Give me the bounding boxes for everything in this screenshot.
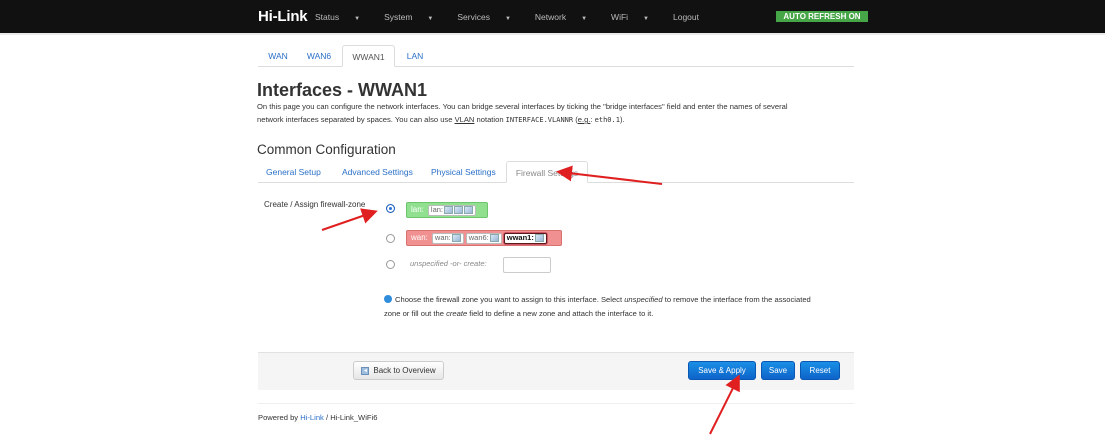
- info-icon: [384, 295, 392, 303]
- page-footer: Powered by Hi-Link / Hi-Link_WiFi6: [258, 403, 854, 422]
- member-label: wwan1:: [506, 233, 534, 242]
- menu-services[interactable]: Services ▼: [457, 12, 523, 22]
- wired-interface-icon: [451, 234, 461, 242]
- wired-interface-icon: [454, 206, 463, 214]
- zone-member-lan: lan:: [427, 204, 476, 216]
- zone-member-wan: wan:: [431, 232, 464, 244]
- back-arrow-icon: ◂: [361, 366, 370, 375]
- radio-zone-lan[interactable]: [386, 204, 395, 213]
- back-to-overview-button[interactable]: ◂ Back to Overview: [353, 361, 444, 380]
- arrow-to-lan-radio: [321, 208, 378, 231]
- menu-system[interactable]: System ▼: [384, 12, 445, 22]
- tab-wan[interactable]: WAN: [263, 45, 293, 67]
- description-text: ).: [619, 115, 625, 124]
- radio-zone-wan[interactable]: [386, 234, 395, 243]
- main-menu: Status ▼ System ▼ Services ▼ Network ▼ WiFi ▼…: [315, 12, 711, 22]
- caret-down-icon: ▼: [427, 16, 434, 22]
- help-create: create: [446, 309, 468, 318]
- help-text: to remove the interface from the associa…: [662, 295, 811, 304]
- menu-services-label: Services: [457, 12, 490, 22]
- menu-logout[interactable]: Logout: [673, 12, 699, 22]
- zone-lan-name: lan:: [411, 205, 424, 214]
- tab-general-setup[interactable]: General Setup: [266, 161, 321, 183]
- navbar-shadow: [0, 33, 1105, 35]
- reset-button[interactable]: Reset: [800, 361, 840, 380]
- zone-wan-name: wan:: [411, 233, 428, 242]
- menu-system-label: System: [384, 12, 413, 22]
- radio-zone-create[interactable]: [386, 260, 395, 269]
- footer-text: / Hi-Link_WiFi6: [323, 413, 378, 422]
- zone-member-wwan1: wwan1:: [503, 232, 547, 244]
- zone-wan-badge: wan: wan: wan6: wwan1:: [406, 230, 562, 246]
- unspecified-create-label: unspecified -or- create:: [410, 259, 487, 268]
- zone-member-wan6: wan6:: [465, 232, 502, 244]
- save-button[interactable]: Save: [761, 361, 795, 380]
- zone-lan-badge: lan: lan:: [406, 202, 488, 218]
- wireless-interface-icon: [534, 234, 544, 242]
- menu-status[interactable]: Status ▼: [315, 12, 372, 22]
- caret-down-icon: ▼: [643, 16, 649, 22]
- eg-abbr: e.g.: [577, 115, 591, 124]
- create-zone-input[interactable]: [503, 257, 551, 273]
- form-actions: ◂ Back to Overview Save & Apply Save Rese…: [258, 352, 854, 390]
- caret-down-icon: ▼: [504, 16, 511, 22]
- code-interface-vlannr: INTERFACE.VLANNR: [505, 116, 574, 124]
- tab-wan6[interactable]: WAN6: [302, 45, 336, 67]
- menu-network-label: Network: [534, 12, 567, 22]
- firewall-zone-help: Choose the firewall zone you want to ass…: [384, 293, 859, 321]
- vlan-abbr: VLAN: [454, 115, 475, 124]
- help-text: field to define a new zone and attach th…: [467, 309, 654, 318]
- save-apply-button[interactable]: Save & Apply: [688, 361, 756, 380]
- help-unspecified: unspecified: [624, 295, 663, 304]
- member-label: wan6:: [468, 233, 489, 242]
- help-text: Choose the firewall zone you want to ass…: [395, 295, 625, 304]
- interface-tabs: WAN WAN6 WWAN1 LAN: [258, 45, 854, 67]
- code-eth0-1: eth0.1: [594, 116, 620, 124]
- member-label: wan:: [434, 233, 451, 242]
- caret-down-icon: ▼: [581, 16, 588, 22]
- tab-lan[interactable]: LAN: [400, 45, 430, 67]
- member-label: lan:: [430, 205, 443, 214]
- tab-wwan1[interactable]: WWAN1: [342, 45, 395, 67]
- menu-status-label: Status: [315, 12, 340, 22]
- footer-text: Powered by: [258, 413, 301, 422]
- description-line-1: On this page you can configure the netwo…: [257, 102, 788, 111]
- tab-firewall-settings[interactable]: Firewall Settings: [506, 161, 588, 183]
- section-title: Common Configuration: [257, 142, 396, 157]
- page-title: Interfaces - WWAN1: [257, 80, 428, 100]
- tab-physical-settings[interactable]: Physical Settings: [431, 161, 496, 183]
- menu-network[interactable]: Network ▼: [535, 12, 599, 22]
- back-button-label: Back to Overview: [373, 366, 436, 375]
- section-tabs: General Setup Advanced Settings Physical…: [258, 161, 854, 183]
- wireless-interface-icon: [464, 206, 473, 214]
- brand-logo[interactable]: Hi-Link: [258, 8, 308, 25]
- caret-down-icon: ▼: [354, 16, 361, 22]
- description-text: notation: [474, 115, 506, 124]
- menu-wifi-label: WiFi: [611, 12, 629, 22]
- tab-advanced-settings[interactable]: Advanced Settings: [342, 161, 413, 183]
- auto-refresh-badge[interactable]: AUTO REFRESH ON: [776, 11, 868, 22]
- wired-interface-icon: [444, 206, 453, 214]
- description-text: network interfaces separated by spaces. …: [257, 115, 455, 124]
- menu-wifi[interactable]: WiFi ▼: [611, 12, 661, 22]
- footer-link[interactable]: Hi-Link: [300, 413, 324, 422]
- firewall-zone-label: Create / Assign firewall-zone: [264, 200, 366, 209]
- top-navbar: Hi-Link Status ▼ System ▼ Services ▼ Networ…: [0, 0, 1105, 33]
- help-text: zone or fill out the: [384, 309, 447, 318]
- page-description: On this page you can configure the netwo…: [257, 100, 857, 127]
- wired-interface-icon: [489, 234, 499, 242]
